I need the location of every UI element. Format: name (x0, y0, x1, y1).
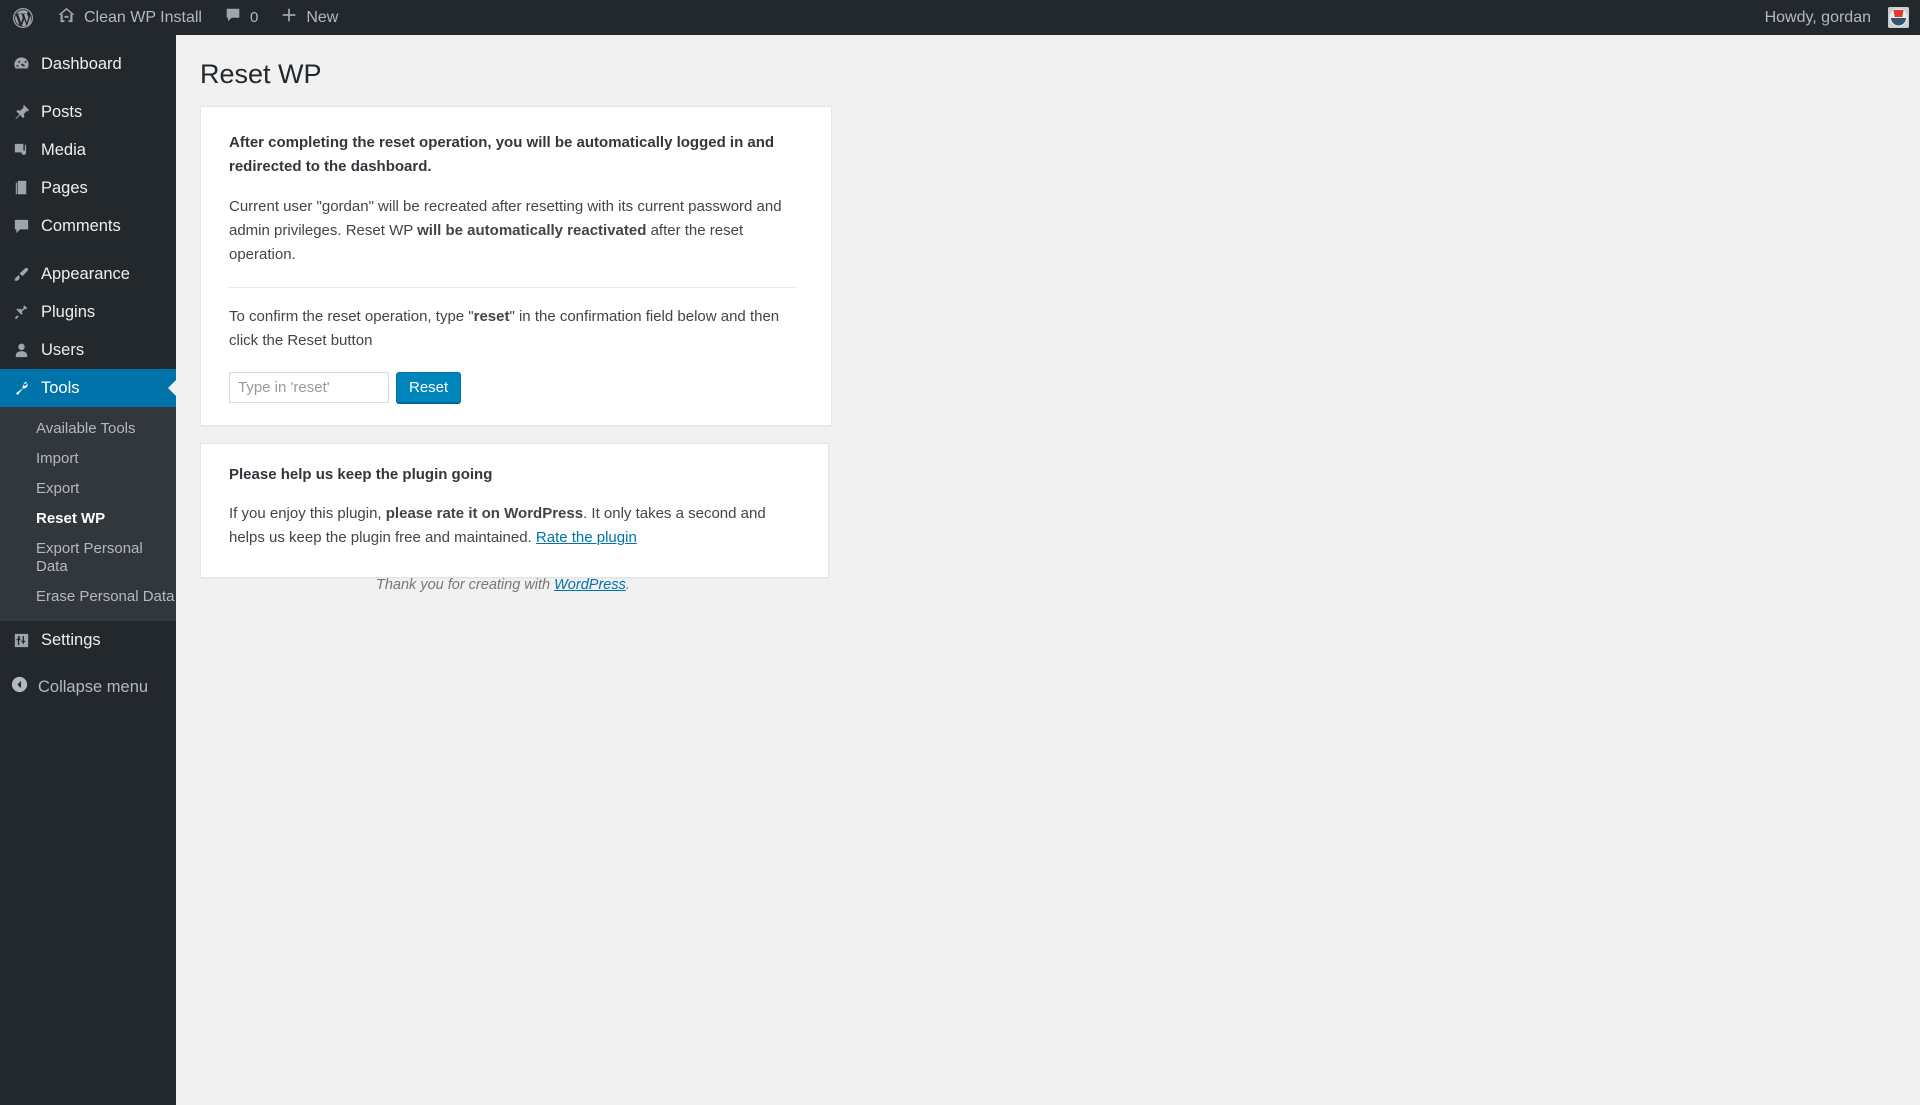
chevron-left-circle-icon (10, 675, 29, 699)
howdy-label: Howdy, gordan (1764, 8, 1871, 26)
sidebar-item-label: Dashboard (41, 54, 122, 73)
sidebar-item-label: Comments (41, 216, 121, 235)
sidebar-item-tools[interactable]: Tools (0, 369, 176, 407)
confirm-part1: To confirm the reset operation, type " (229, 307, 474, 325)
admin-sidebar-menu: Dashboard Posts Media Pages Comments App… (0, 35, 176, 1105)
plus-icon (280, 6, 298, 29)
dashboard-icon (10, 53, 32, 75)
reset-notice-bold: After completing the reset operation, yo… (229, 134, 775, 176)
avatar (1888, 7, 1909, 28)
reset-user-notice: Current user "gordan" will be recreated … (229, 195, 797, 268)
sidebar-item-label: Pages (41, 178, 88, 197)
sidebar-item-label: Users (41, 340, 85, 359)
submenu-item-export-personal-data[interactable]: Export Personal Data (0, 534, 176, 582)
pin-icon (10, 101, 32, 123)
confirm-instructions: To confirm the reset operation, type "re… (229, 305, 797, 354)
confirm-keyword: reset (473, 307, 510, 325)
footer-thanks-suffix: . (625, 577, 630, 593)
sidebar-item-appearance[interactable]: Appearance (0, 255, 176, 293)
sidebar-item-label: Tools (41, 378, 80, 397)
submenu-item-available-tools[interactable]: Available Tools (0, 414, 176, 444)
submenu-item-erase-personal-data[interactable]: Erase Personal Data (0, 582, 176, 612)
user-icon (10, 339, 32, 361)
settings-icon (10, 629, 32, 651)
comment-bubble-icon (224, 6, 242, 29)
submenu-item-reset-wp[interactable]: Reset WP (0, 504, 176, 534)
sidebar-item-label: Appearance (41, 264, 130, 283)
media-icon (10, 139, 32, 161)
reset-panel: After completing the reset operation, yo… (200, 106, 832, 427)
sidebar-item-label: Plugins (41, 302, 96, 321)
menu-spacer-top (0, 35, 176, 45)
sidebar-item-comments[interactable]: Comments (0, 207, 176, 245)
menu-separator-2 (0, 245, 176, 255)
reset-button[interactable]: Reset (396, 372, 462, 404)
footer-thanks: Thank you for creating with WordPress. (376, 577, 630, 593)
panel-divider (229, 286, 797, 288)
wp-logo-menu[interactable] (0, 0, 46, 35)
comments-bubble-menu[interactable]: 0 (213, 0, 269, 35)
sidebar-item-label: Settings (41, 630, 101, 649)
collapse-menu-button[interactable]: Collapse menu (0, 669, 176, 705)
submenu-item-export[interactable]: Export (0, 474, 176, 504)
rate-body-bold: please rate it on WordPress (385, 505, 584, 523)
rate-panel-title: Please help us keep the plugin going (229, 466, 493, 484)
menu-separator-1 (0, 83, 176, 93)
submenu-item-import[interactable]: Import (0, 444, 176, 474)
sidebar-item-pages[interactable]: Pages (0, 169, 176, 207)
collapse-menu-label: Collapse menu (38, 677, 149, 696)
reset-confirmation-input[interactable] (229, 372, 389, 404)
plug-icon (10, 301, 32, 323)
brush-icon (10, 263, 32, 285)
comments-icon (10, 215, 32, 237)
confirm-row: Reset (229, 372, 797, 404)
rate-plugin-panel: Please help us keep the plugin going If … (200, 443, 829, 578)
new-content-menu[interactable]: New (269, 0, 349, 35)
rate-body-part1: If you enjoy this plugin, (229, 505, 386, 523)
footer-thanks-prefix: Thank you for creating with (376, 577, 555, 593)
sidebar-item-media[interactable]: Media (0, 131, 176, 169)
sidebar-item-dashboard[interactable]: Dashboard (0, 45, 176, 83)
admin-bar: Clean WP Install 0 New Howdy, gordan (0, 0, 1920, 35)
admin-bar-right: Howdy, gordan (1754, 0, 1920, 35)
home-icon (57, 6, 76, 30)
comment-count: 0 (249, 9, 259, 26)
wrench-icon (10, 377, 32, 399)
new-label: New (306, 8, 339, 26)
sidebar-item-plugins[interactable]: Plugins (0, 293, 176, 331)
rate-the-plugin-link[interactable]: Rate the plugin (536, 529, 637, 546)
sidebar-item-label: Media (41, 140, 86, 159)
sidebar-item-label: Posts (41, 102, 83, 121)
pages-icon (10, 177, 32, 199)
site-name-label: Clean WP Install (84, 8, 202, 26)
tools-submenu: Available Tools Import Export Reset WP E… (0, 407, 176, 621)
wordpress-logo-icon (11, 6, 35, 30)
sidebar-item-settings[interactable]: Settings (0, 621, 176, 659)
admin-footer: Thank you for creating with WordPress. V… (352, 565, 1920, 605)
my-account-menu[interactable]: Howdy, gordan (1754, 0, 1920, 35)
user-notice-bold: will be automatically reactivated (417, 221, 647, 239)
page-title: Reset WP (200, 59, 322, 89)
rate-panel-body: If you enjoy this plugin, please rate it… (229, 502, 794, 551)
menu-separator-3 (0, 659, 176, 669)
sidebar-item-users[interactable]: Users (0, 331, 176, 369)
main-content: Reset WP After completing the reset oper… (176, 35, 1920, 1105)
wordpress-link[interactable]: WordPress (554, 577, 626, 593)
sidebar-item-posts[interactable]: Posts (0, 93, 176, 131)
site-name-menu[interactable]: Clean WP Install (46, 0, 213, 35)
